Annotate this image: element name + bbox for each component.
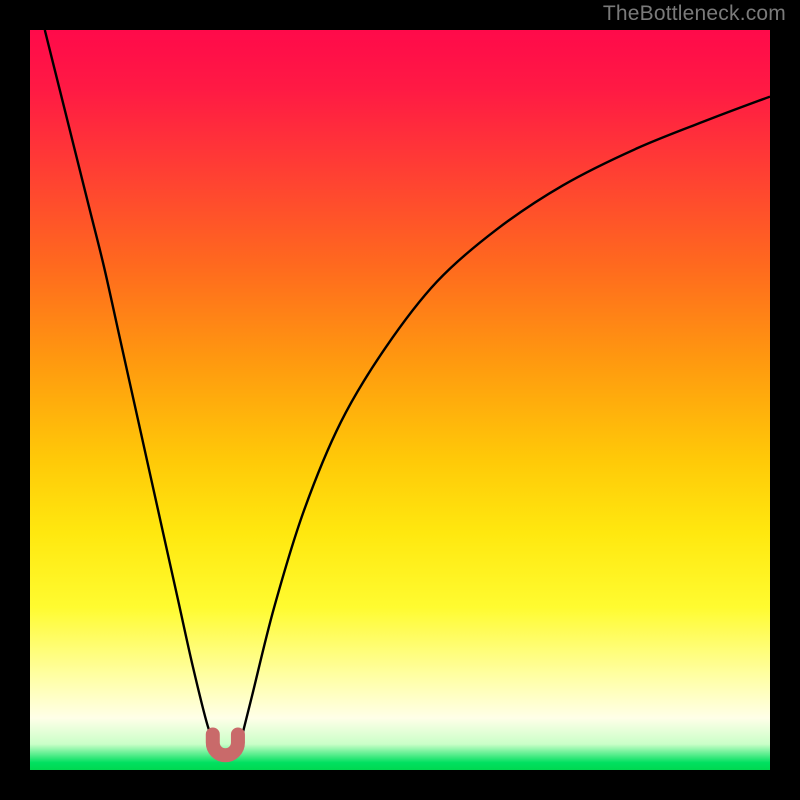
attribution-text: TheBottleneck.com	[603, 2, 786, 26]
curve-left-branch	[45, 30, 219, 755]
bottleneck-curve	[30, 30, 770, 770]
chart-frame: TheBottleneck.com	[0, 0, 800, 800]
optimal-marker	[213, 734, 238, 755]
curve-right-branch	[237, 97, 770, 756]
plot-area	[30, 30, 770, 770]
